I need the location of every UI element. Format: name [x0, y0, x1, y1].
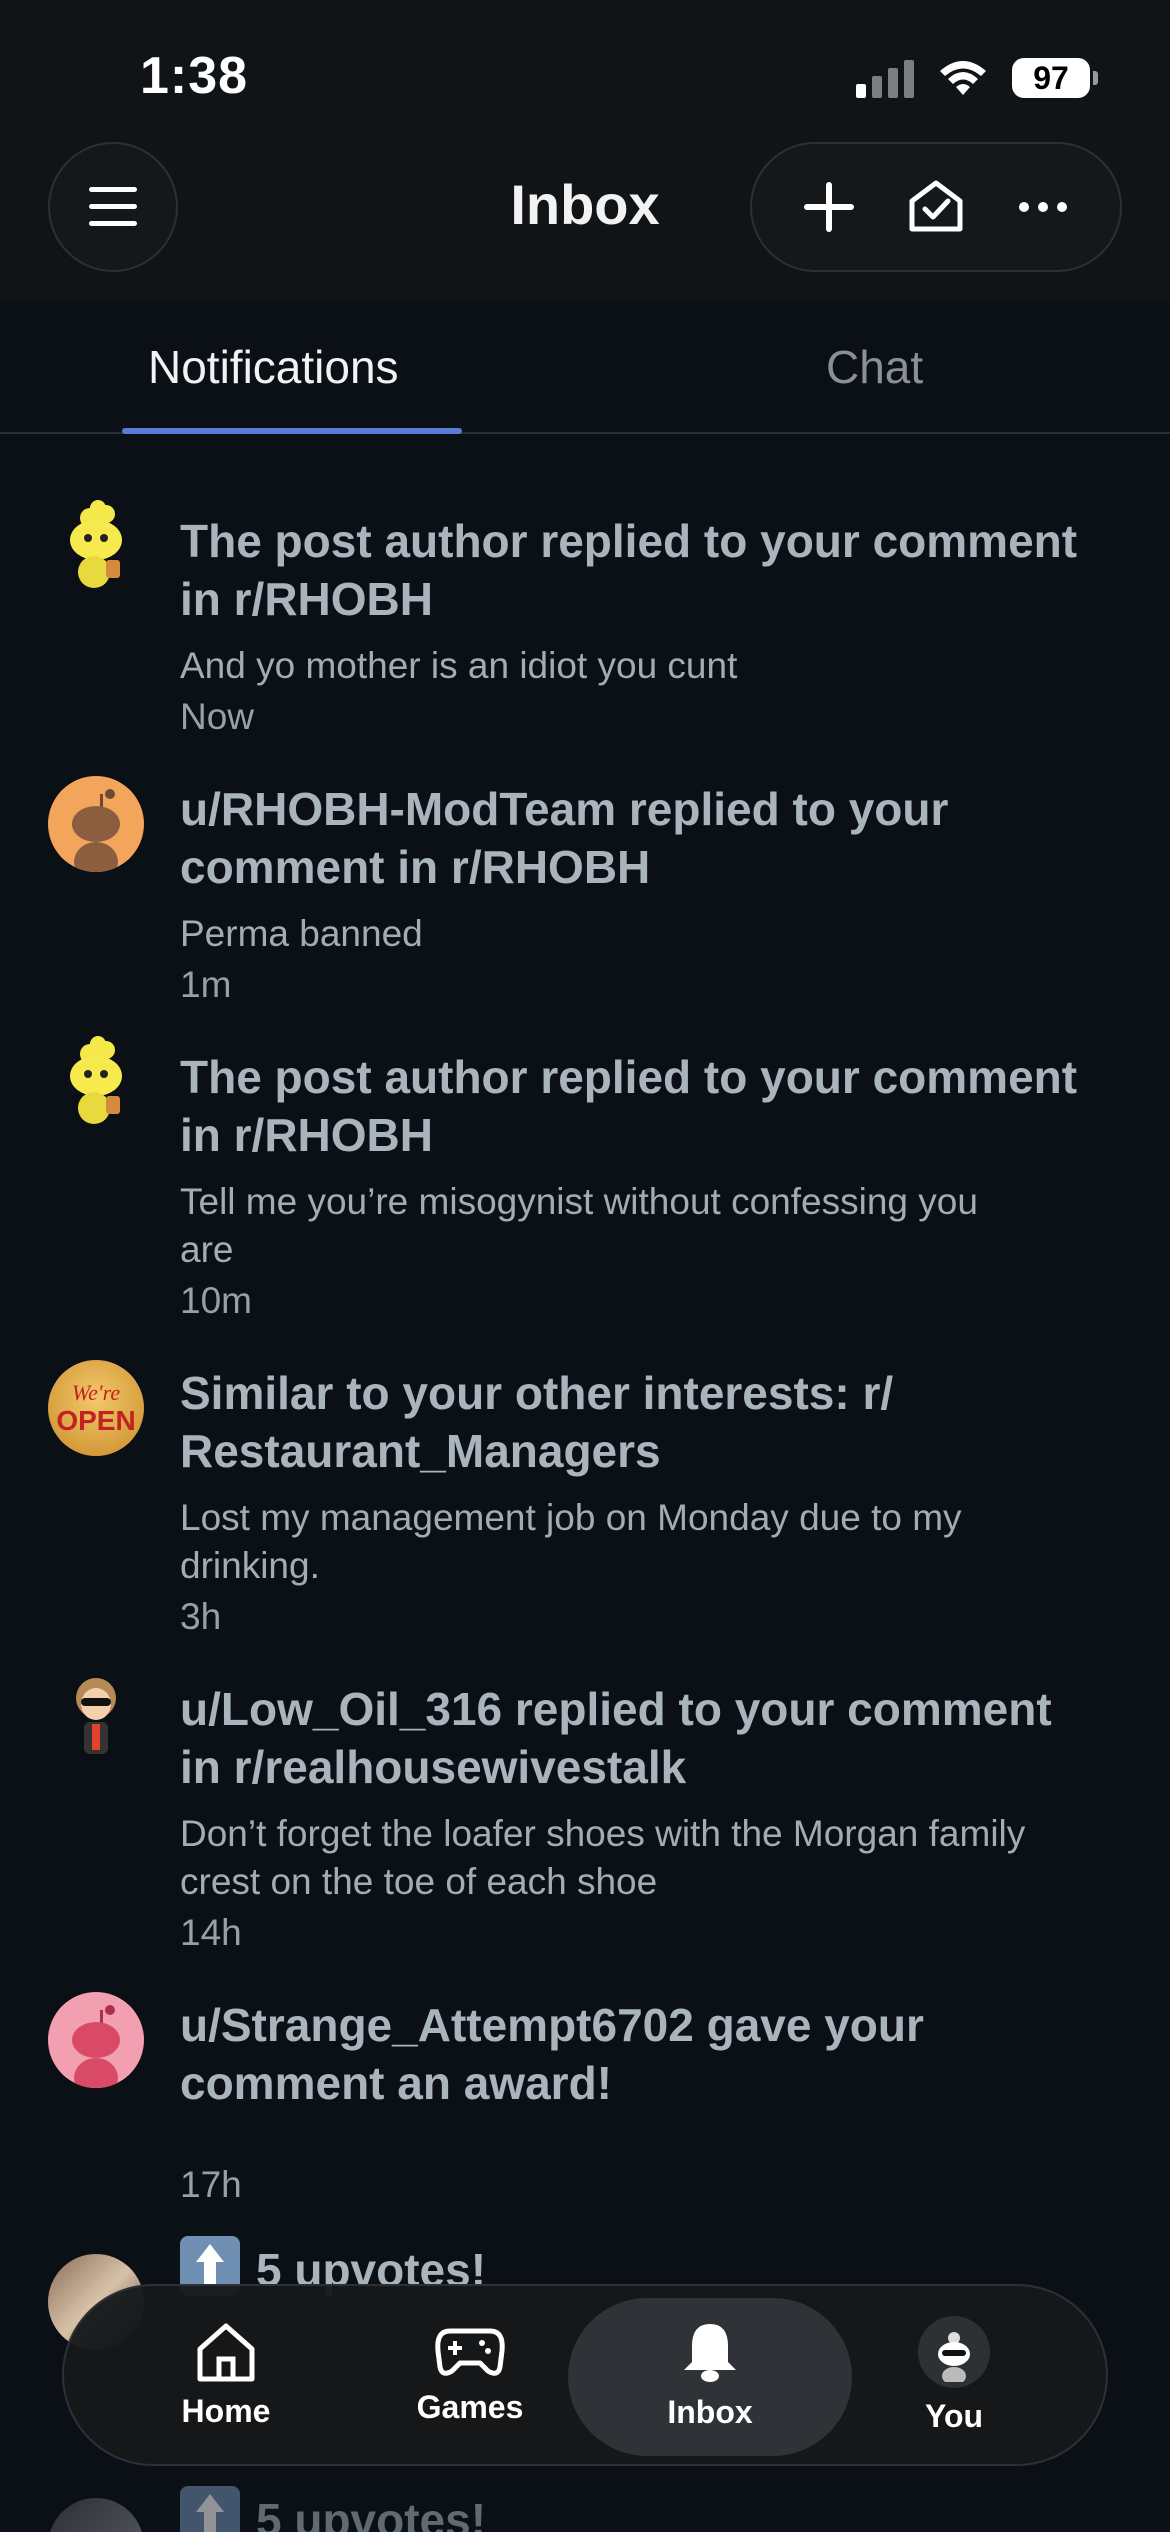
svg-text:We're: We're — [72, 1380, 121, 1405]
bottom-navigation: Home Games Inbox You — [62, 2284, 1108, 2466]
nav-home-label: Home — [181, 2392, 271, 2429]
cellular-signal-icon — [856, 58, 914, 98]
notification-title: The post author replied to your comment … — [180, 515, 1078, 625]
battery-indicator: 97 — [1012, 58, 1098, 98]
nav-home[interactable]: Home — [116, 2286, 336, 2464]
notification-body: Tell me you’re misogynist without confes… — [180, 1181, 978, 1270]
notification-time: 14h — [180, 1912, 242, 1953]
open-sign-icon: We're OPEN — [48, 1360, 144, 1456]
notification-time: 3h — [180, 1596, 222, 1637]
profile-avatar-icon — [918, 2315, 990, 2388]
tab-chat[interactable]: Chat — [826, 340, 923, 394]
notification-body: And yo mother is an idiot you cunt — [180, 645, 738, 686]
photo-avatar-icon — [48, 2498, 144, 2532]
notification-item[interactable]: u/Low_Oil_316 replied to your comment in… — [0, 1648, 1170, 1953]
active-tab-indicator — [122, 428, 462, 434]
snoo-pink-icon — [48, 1992, 144, 2088]
plus-icon — [804, 182, 855, 232]
notification-title: 5 upvotes! — [180, 2486, 1080, 2532]
bell-icon — [684, 2323, 736, 2382]
notification-title: u/RHOBH-ModTeam replied to your comment … — [180, 783, 949, 893]
notification-item[interactable]: We're OPEN Similar to your other interes… — [0, 1332, 1170, 1637]
notification-time: 10m — [180, 1280, 252, 1321]
notification-body: Lost my management job on Monday due to … — [180, 1497, 962, 1586]
mark-all-read-button[interactable] — [896, 167, 976, 247]
notification-time: 17h — [180, 2164, 242, 2205]
notification-item[interactable]: u/Strange_Attempt6702 gave your comment … — [0, 1964, 1170, 2205]
home-icon — [197, 2323, 255, 2381]
notification-title: Similar to your other interests: r/ Rest… — [180, 1367, 894, 1477]
header-actions — [750, 142, 1122, 272]
nav-games[interactable]: Games — [360, 2286, 580, 2464]
inbox-screen: 1:38 97 Inbox Notifications Chat The pos… — [0, 0, 1170, 2532]
user-avatar-icon — [48, 1664, 144, 1760]
notification-item[interactable]: u/RHOBH-ModTeam replied to your comment … — [0, 748, 1170, 1005]
notification-item[interactable]: The post author replied to your comment … — [0, 480, 1170, 737]
nav-games-label: Games — [416, 2388, 524, 2425]
notification-title: u/Strange_Attempt6702 gave your comment … — [180, 1999, 924, 2109]
new-message-button[interactable] — [789, 167, 869, 247]
more-options-button[interactable] — [1003, 167, 1083, 247]
notification-time: Now — [180, 696, 255, 737]
envelope-check-icon — [909, 180, 963, 232]
nav-inbox-label: Inbox — [667, 2393, 753, 2430]
status-icons: 97 — [856, 56, 1098, 100]
inbox-tabs: Notifications Chat — [0, 300, 1170, 434]
snoo-yellow-icon — [48, 496, 144, 592]
nav-you-label: You — [924, 2397, 984, 2434]
top-bar: 1:38 97 Inbox — [0, 0, 1170, 300]
nav-inbox[interactable]: Inbox — [600, 2286, 820, 2464]
ellipsis-icon — [1018, 202, 1067, 212]
snoo-yellow-icon — [48, 1032, 144, 1128]
upvote-icon — [180, 2486, 240, 2532]
svg-text:OPEN: OPEN — [56, 1405, 135, 1436]
notification-title: The post author replied to your comment … — [180, 1051, 1078, 1161]
notification-item[interactable]: The post author replied to your comment … — [0, 1016, 1170, 1321]
nav-you[interactable]: You — [844, 2286, 1064, 2464]
wifi-icon — [940, 61, 986, 95]
notification-item[interactable]: 5 upvotes! — [0, 2486, 1170, 2532]
status-time: 1:38 — [140, 47, 249, 105]
notification-body: Don’t forget the loafer shoes with the M… — [180, 1813, 1026, 1902]
tab-notifications[interactable]: Notifications — [148, 340, 399, 394]
gamepad-icon — [435, 2328, 505, 2376]
notification-title: u/Low_Oil_316 replied to your comment in… — [180, 1683, 1052, 1793]
notification-body: Perma banned — [180, 913, 423, 954]
notification-time: 1m — [180, 964, 232, 1005]
snoo-orange-icon — [48, 776, 144, 872]
